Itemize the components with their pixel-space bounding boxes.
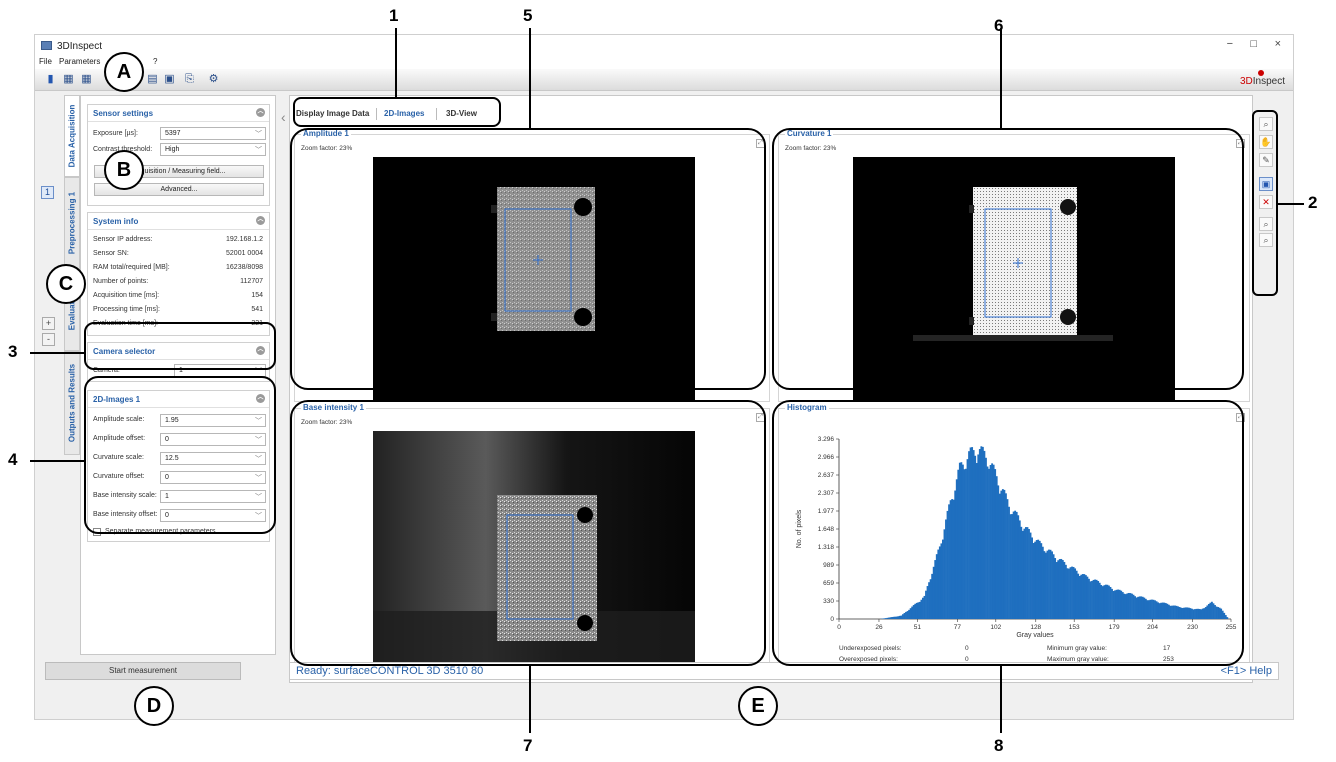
menu-bar: File Parameters ?: [35, 55, 1293, 69]
row-value: 154: [251, 292, 263, 299]
menu-file[interactable]: File: [39, 57, 52, 66]
collapse-icon[interactable]: ︿: [256, 108, 265, 117]
system-info-row: Processing time [ms]: 541: [88, 302, 269, 316]
system-info-row: Sensor SN: 52001 0004: [88, 246, 269, 260]
contrast-select[interactable]: High ﹀: [160, 143, 266, 156]
callout-box-7: [290, 400, 766, 666]
status-text: Ready: surfaceCONTROL 3D 3510 80: [296, 665, 484, 677]
tab-data-acquisition[interactable]: Data Acquisition: [64, 95, 80, 177]
callout-letter-b: B: [104, 150, 144, 190]
tab-preprocessing[interactable]: Preprocessing 1: [64, 177, 80, 269]
menu-parameters[interactable]: Parameters: [59, 57, 100, 66]
callout-number-4: 4: [8, 450, 18, 469]
row-value: 52001 0004: [226, 250, 263, 257]
title-bar: 3DInspect − □ ×: [35, 35, 1293, 57]
callout-number-1: 1: [389, 6, 399, 25]
row-label: Processing time [ms]:: [93, 306, 160, 313]
callout-number-6: 6: [994, 16, 1004, 35]
settings-icon[interactable]: ⚙: [206, 72, 221, 87]
callout-line-4: [30, 460, 85, 462]
callout-line-8: [1000, 665, 1002, 733]
callout-number-3: 3: [8, 342, 18, 361]
system-info-group: System info ︿ Sensor IP address: 192.168.1…: [87, 212, 270, 336]
row-value: 112707: [240, 278, 263, 285]
callout-line-7: [529, 665, 531, 733]
collapse-panel-icon[interactable]: ‹: [281, 109, 286, 125]
add-page-button[interactable]: +: [42, 317, 55, 330]
export-icon[interactable]: ⎘: [182, 72, 197, 87]
row-label: RAM total/required [MB]:: [93, 264, 170, 271]
row-label: Sensor IP address:: [93, 236, 153, 243]
callout-box-8: [772, 400, 1244, 666]
system-info-row: Sensor IP address: 192.168.1.2: [88, 232, 269, 246]
callout-number-2: 2: [1308, 193, 1318, 212]
page-number[interactable]: 1: [41, 186, 54, 199]
callout-box-5: [290, 128, 766, 390]
callout-letter-c: C: [46, 264, 86, 304]
row-label: Sensor SN:: [93, 250, 129, 257]
toolbar: ▮ ▦ ▦ ▤ ▣ ⎘ ⚙ 3DInspect: [35, 69, 1293, 91]
system-info-row: RAM total/required [MB]: 16238/8098: [88, 260, 269, 274]
callout-line-5: [529, 28, 531, 129]
callout-line-1: [395, 28, 397, 98]
callout-line-2: [1278, 203, 1304, 205]
group-title[interactable]: Sensor settings ︿: [88, 105, 269, 122]
start-icon[interactable]: ▮: [43, 72, 58, 87]
callout-box-1: [293, 97, 501, 127]
callout-line-3: [30, 352, 85, 354]
close-button[interactable]: ×: [1275, 38, 1281, 50]
callout-number-7: 7: [523, 736, 533, 755]
callout-letter-e: E: [738, 686, 778, 726]
minimize-button[interactable]: −: [1227, 38, 1233, 50]
window-title: 3DInspect: [57, 41, 103, 52]
group-title[interactable]: System info ︿: [88, 213, 269, 230]
callout-box-4: [84, 376, 276, 534]
load-camera-icon[interactable]: ▦: [61, 72, 76, 87]
open-icon[interactable]: ▤: [145, 72, 160, 87]
row-label: Acquisition time [ms]:: [93, 292, 160, 299]
screenshot-root: 3DInspect − □ × File Parameters ? ▮ ▦ ▦ …: [0, 0, 1336, 762]
callout-line-6: [1000, 28, 1002, 129]
callout-box-6: [772, 128, 1244, 390]
callout-box-3: [84, 322, 276, 370]
row-value: 192.168.1.2: [226, 236, 263, 243]
system-info-row: Acquisition time [ms]: 154: [88, 288, 269, 302]
maximize-button[interactable]: □: [1250, 38, 1257, 50]
row-value: 541: [251, 306, 263, 313]
collapse-icon[interactable]: ︿: [256, 216, 265, 225]
save-camera-icon[interactable]: ▦: [79, 72, 94, 87]
menu-help[interactable]: ?: [153, 57, 157, 66]
tab-outputs-results[interactable]: Outputs and Results: [64, 351, 80, 455]
save-icon[interactable]: ▣: [162, 72, 177, 87]
callout-letter-a: A: [104, 52, 144, 92]
system-info-row: Number of points: 112707: [88, 274, 269, 288]
exposure-input[interactable]: 5397 ﹀: [160, 127, 266, 140]
row-value: 16238/8098: [226, 264, 263, 271]
row-label: Number of points:: [93, 278, 149, 285]
callout-letter-d: D: [134, 686, 174, 726]
app-icon: [41, 41, 52, 50]
brand-logo: 3DInspect: [1240, 70, 1285, 87]
remove-page-button[interactable]: -: [42, 333, 55, 346]
callout-number-5: 5: [523, 6, 533, 25]
callout-box-2: [1252, 110, 1278, 296]
callout-number-8: 8: [994, 736, 1004, 755]
start-measurement-button[interactable]: Start measurement: [45, 662, 241, 680]
help-hint[interactable]: <F1> Help: [1221, 665, 1272, 677]
